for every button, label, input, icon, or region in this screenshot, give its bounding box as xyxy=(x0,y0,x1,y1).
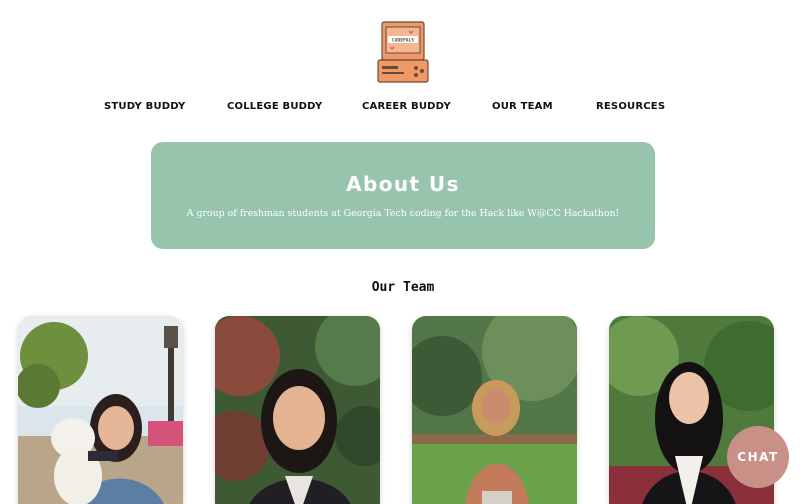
team-member-photo-1 xyxy=(18,316,183,504)
nav-study-buddy[interactable]: STUDY BUDDY xyxy=(104,101,186,112)
site-logo[interactable]: CODEPALS xyxy=(376,20,430,84)
chat-button[interactable]: CHAT xyxy=(727,426,789,488)
team-member-card-3[interactable] xyxy=(412,316,577,504)
retro-computer-logo-icon: CODEPALS xyxy=(377,21,429,83)
team-member-card-1[interactable] xyxy=(18,316,183,504)
nav-career-buddy[interactable]: CAREER BUDDY xyxy=(362,101,451,112)
about-title: About Us xyxy=(346,172,460,196)
nav-college-buddy[interactable]: COLLEGE BUDDY xyxy=(227,101,322,112)
team-member-card-2[interactable] xyxy=(215,316,380,504)
main-nav: STUDY BUDDY COLLEGE BUDDY CAREER BUDDY O… xyxy=(0,101,806,115)
logo-screen-text: CODEPALS xyxy=(392,38,414,44)
team-heading: Our Team xyxy=(371,280,435,295)
team-member-photo-2 xyxy=(215,316,380,504)
team-member-photo-3 xyxy=(412,316,577,504)
about-description: A group of freshman students at Georgia … xyxy=(186,208,620,219)
nav-our-team[interactable]: OUR TEAM xyxy=(492,101,553,112)
nav-resources[interactable]: RESOURCES xyxy=(596,101,665,112)
about-banner: About Us A group of freshman students at… xyxy=(151,142,655,249)
